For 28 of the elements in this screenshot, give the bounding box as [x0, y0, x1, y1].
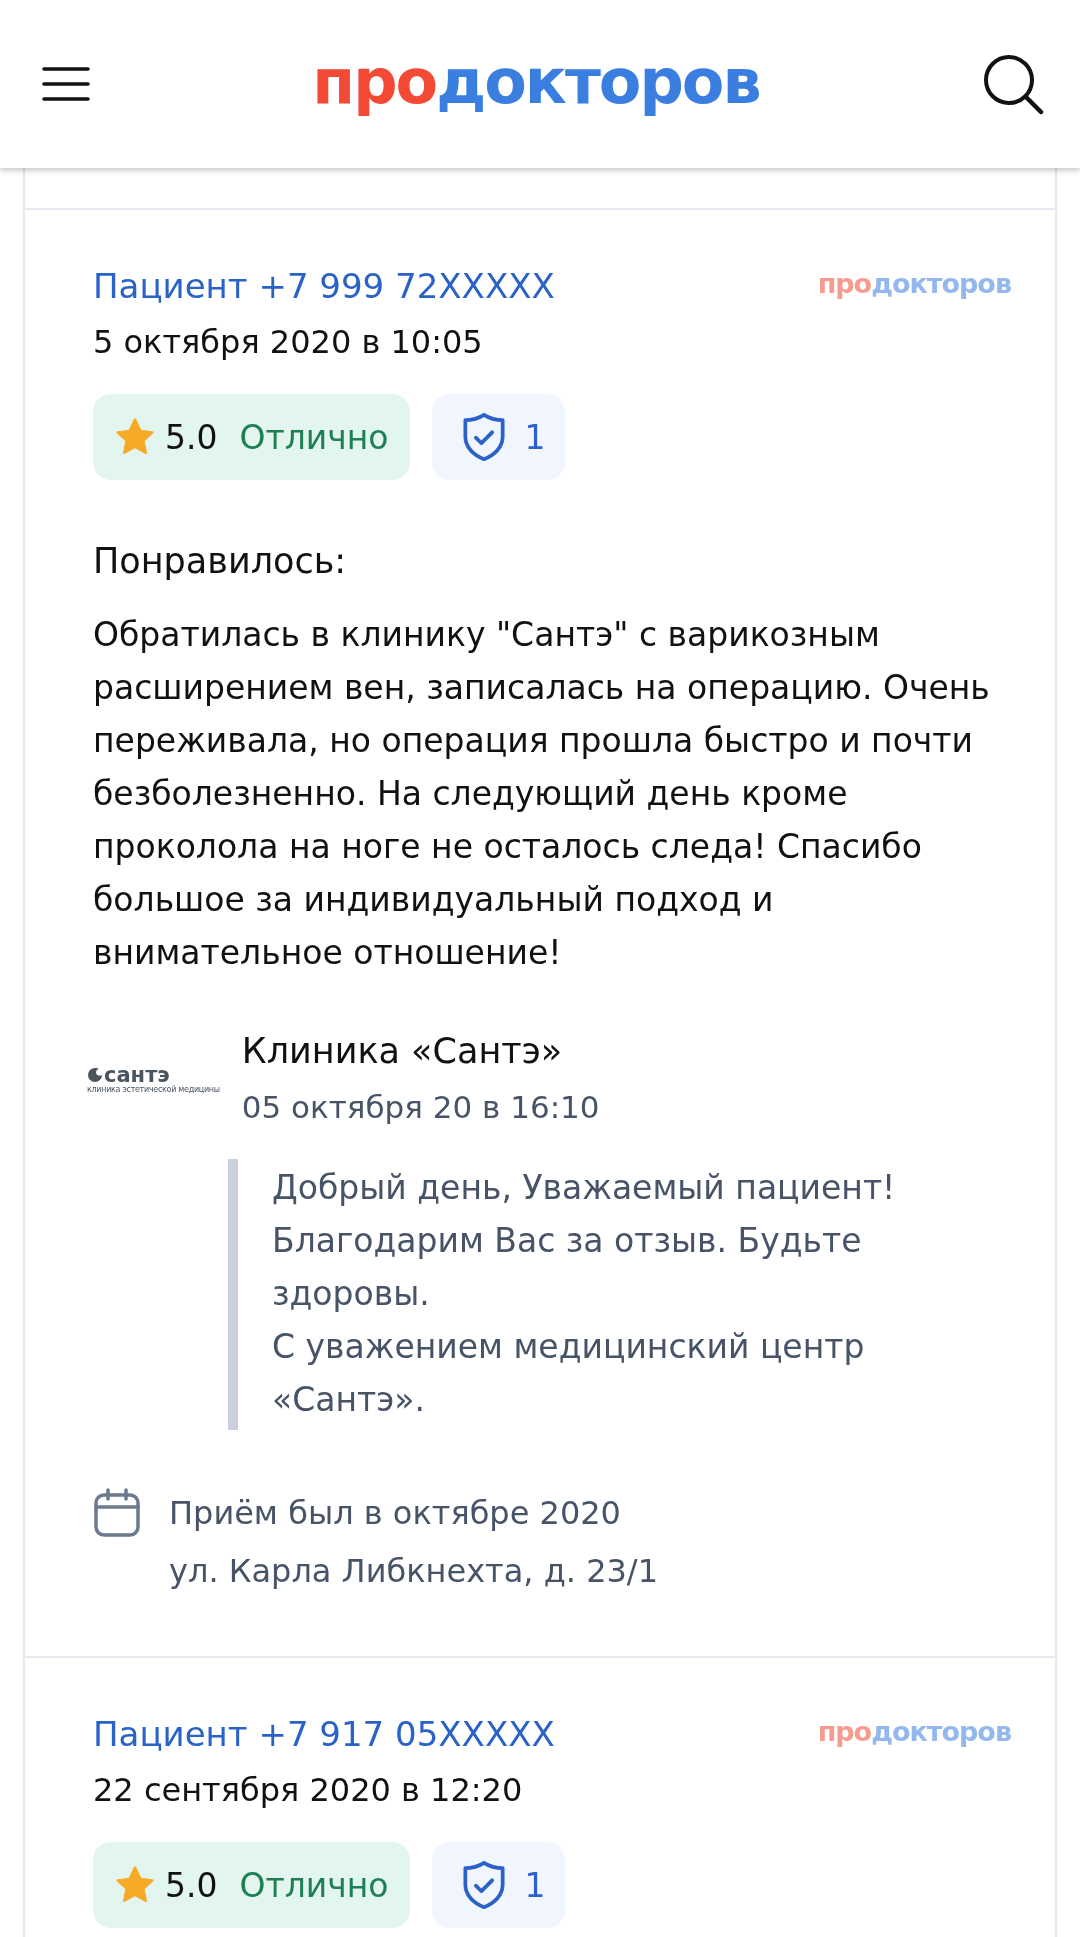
author-link[interactable]: Пациент +7 917 05XXXXX [93, 1706, 555, 1762]
reply-text: С уважением медицинский центр «Сантэ». [272, 1326, 866, 1421]
reply-text: Добрый день, Уважаемый пациент! [272, 1167, 897, 1209]
source-logo: продокторов [817, 1716, 1011, 1747]
star-icon [115, 1866, 155, 1904]
rating-value: 5.0 [165, 417, 218, 457]
visit-date: Приём был в октябре 2020 [169, 1493, 622, 1534]
menu-icon[interactable] [42, 66, 90, 102]
clinic-name: Клиника «Сантэ» [241, 1030, 564, 1073]
source-logo: продокторов [817, 268, 1011, 299]
section-heading: Понравилось: [93, 540, 348, 583]
rating-label: Отлично [239, 1865, 389, 1905]
star-icon [115, 418, 155, 456]
search-icon[interactable] [982, 53, 1044, 115]
verified-count: 1 [524, 1865, 546, 1905]
reply-date: 05 октября 20 в 16:10 [241, 1088, 600, 1127]
rating-label: Отлично [239, 417, 389, 457]
verified-count: 1 [524, 417, 546, 457]
calendar-icon [93, 1488, 141, 1538]
reply-text: Благодарим Вас за отзыв. Будьте здоровы. [272, 1220, 863, 1315]
author-link[interactable]: Пациент +7 999 72XXXXX [93, 258, 555, 314]
clinic-address: ул. Карла Либкнехта, д. 23/1 [169, 1551, 658, 1592]
review-date: 5 октября 2020 в 10:05 [93, 322, 484, 363]
rating-value: 5.0 [165, 1865, 218, 1905]
site-logo[interactable]: продокторов [312, 44, 760, 124]
review-text: Обратилась в клинику "Сантэ" с варикозным расширением вен, записалась на операцию. Очень переживала, но операция прошла быстро и почти безболезненно. На следующий день кроме проколола на ноге не осталось следа! Спасибо большое за индивидуальный подход и внимательное отношение! [93, 614, 991, 974]
review-date: 22 сентября 2020 в 12:20 [93, 1770, 524, 1811]
clinic-logo: сантэ клиника эстетической медицины [87, 1064, 220, 1094]
